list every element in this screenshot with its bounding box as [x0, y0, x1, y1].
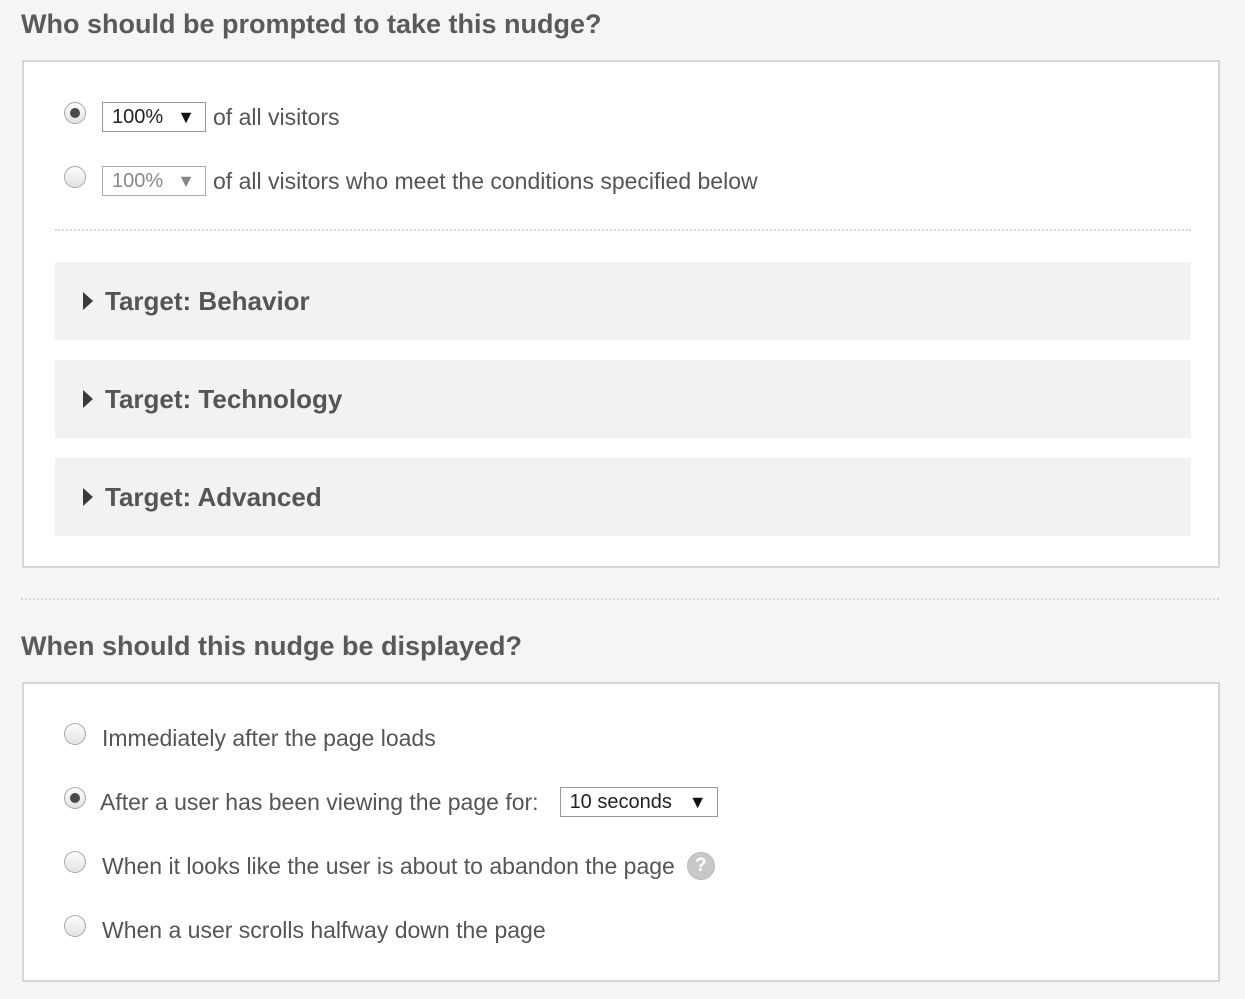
divider	[55, 229, 1191, 231]
who-section-title: Who should be prompted to take this nudg…	[21, 9, 602, 39]
when-section-title: When should this nudge be displayed?	[21, 631, 523, 661]
all-visitors-radio[interactable]	[64, 102, 86, 124]
immediately-radio[interactable]	[64, 723, 86, 745]
immediately-label: Immediately after the page loads	[102, 725, 436, 751]
caret-right-icon	[83, 292, 93, 310]
target-advanced-label: Target: Advanced	[105, 481, 322, 512]
option-immediately: Immediately after the page loads	[64, 721, 436, 755]
target-advanced-accordion[interactable]: Target: Advanced	[55, 458, 1191, 536]
option-scroll-halfway: When a user scrolls halfway down the pag…	[64, 913, 546, 947]
dropdown-arrow-icon: ▼	[177, 170, 195, 191]
when-display-panel: Immediately after the page loads After a…	[22, 682, 1220, 982]
all-visitors-percent-select[interactable]: 100% ▼	[102, 102, 206, 132]
dropdown-arrow-icon: ▼	[177, 106, 195, 127]
after-viewing-label: After a user has been viewing the page f…	[100, 789, 539, 815]
conditional-visitors-percent-select[interactable]: 100% ▼	[102, 166, 206, 196]
who-targeting-panel: 100% ▼ of all visitors 100% ▼ of all vis…	[22, 60, 1220, 568]
viewing-duration-value: 10 seconds	[569, 790, 672, 813]
target-technology-label: Target: Technology	[105, 383, 343, 414]
caret-right-icon	[83, 390, 93, 408]
target-behavior-label: Target: Behavior	[105, 285, 310, 316]
after-viewing-radio[interactable]	[64, 787, 86, 809]
option-exit-intent: When it looks like the user is about to …	[64, 849, 715, 883]
conditional-visitors-label: of all visitors who meet the conditions …	[213, 168, 758, 194]
caret-right-icon	[83, 488, 93, 506]
scroll-halfway-label: When a user scrolls halfway down the pag…	[102, 917, 546, 943]
help-icon[interactable]: ?	[686, 852, 715, 880]
all-visitors-percent-value: 100%	[112, 105, 164, 128]
option-conditional-visitors: 100% ▼ of all visitors who meet the cond…	[64, 164, 758, 198]
scroll-halfway-radio[interactable]	[64, 915, 86, 937]
option-after-viewing: After a user has been viewing the page f…	[64, 785, 718, 819]
viewing-duration-select[interactable]: 10 seconds ▼	[559, 787, 718, 817]
exit-intent-label: When it looks like the user is about to …	[102, 853, 675, 879]
conditional-visitors-percent-value: 100%	[112, 169, 164, 192]
exit-intent-radio[interactable]	[64, 851, 86, 873]
conditional-visitors-radio[interactable]	[64, 166, 86, 188]
target-behavior-accordion[interactable]: Target: Behavior	[55, 262, 1191, 340]
section-divider	[21, 598, 1219, 600]
all-visitors-label: of all visitors	[213, 104, 340, 130]
option-all-visitors: 100% ▼ of all visitors	[64, 100, 340, 134]
target-technology-accordion[interactable]: Target: Technology	[55, 360, 1191, 438]
dropdown-arrow-icon: ▼	[688, 791, 707, 812]
